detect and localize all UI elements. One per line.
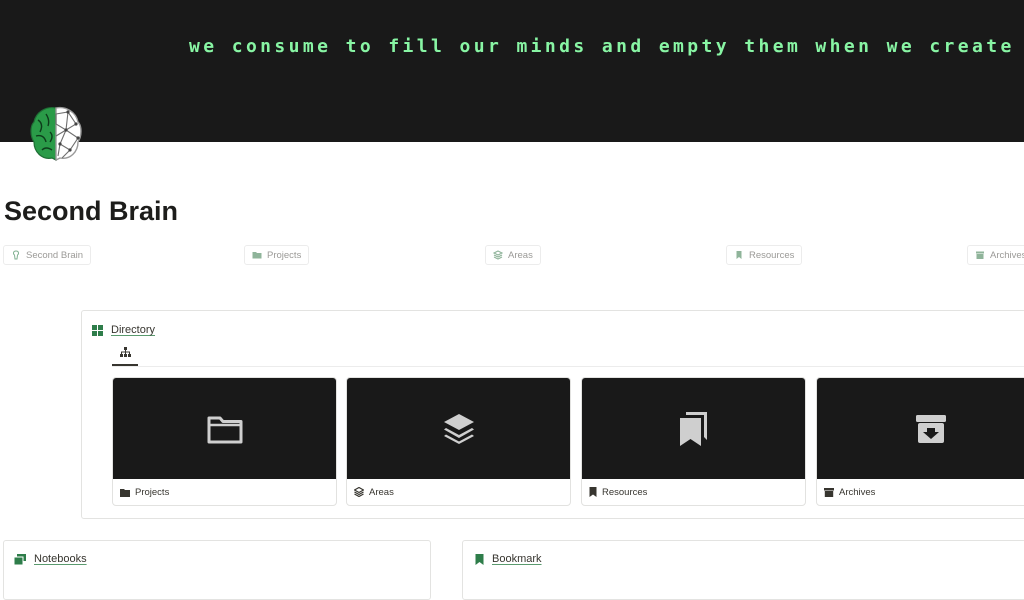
bookmark-block (462, 540, 1024, 600)
card-label: Projects (135, 486, 170, 498)
grid-icon (92, 324, 103, 336)
nav-label: Areas (508, 249, 533, 261)
directory-title: Directory (111, 324, 156, 336)
gallery-card-resources[interactable]: Resources (581, 377, 806, 506)
layers-icon (354, 487, 364, 497)
bookmark-icon (475, 553, 484, 565)
tab-divider (112, 366, 1024, 367)
view-tab-hierarchy[interactable] (112, 345, 138, 366)
card-cover (113, 378, 336, 479)
brain-icon (13, 250, 19, 260)
notebooks-title: Notebooks (34, 553, 87, 565)
folder-icon (207, 416, 242, 443)
notebooks-header[interactable]: Notebooks (14, 553, 87, 565)
bookmark-icon (736, 251, 742, 259)
card-caption: Archives (817, 479, 1024, 505)
bookmark-icon (589, 487, 597, 497)
card-caption: Resources (582, 479, 805, 505)
directory-header[interactable]: Directory (92, 324, 155, 336)
nav-second-brain-button[interactable]: Second Brain (3, 245, 92, 265)
page-title: Second Brain (4, 196, 179, 226)
gallery-card-projects[interactable]: Projects (112, 377, 337, 506)
archive-icon (916, 414, 946, 443)
layers-icon (493, 250, 503, 260)
notebooks-icon (14, 553, 26, 565)
archive-icon (976, 251, 984, 259)
card-caption: Projects (113, 479, 336, 505)
bookmark-header[interactable]: Bookmark (475, 553, 542, 565)
folder-icon (120, 488, 130, 497)
hierarchy-icon (119, 347, 131, 357)
nav-resources-button[interactable]: Resources (726, 245, 803, 265)
bookmarks-icon (679, 411, 707, 446)
nav-archives-button[interactable]: Archives (967, 245, 1024, 265)
banner-quote: we consume to fill our minds and empty t… (189, 36, 1015, 57)
card-label: Archives (839, 486, 876, 498)
nav-label: Archives (990, 249, 1024, 261)
brain-logo-icon[interactable] (28, 104, 84, 164)
gallery-card-areas[interactable]: Areas (346, 377, 571, 506)
layers-icon (443, 413, 474, 444)
nav-label: Resources (749, 249, 795, 261)
card-label: Resources (602, 486, 648, 498)
card-cover (582, 378, 805, 479)
folder-icon (252, 252, 262, 259)
nav-label: Projects (267, 249, 302, 261)
nav-label: Second Brain (26, 249, 84, 261)
archive-icon (824, 487, 834, 497)
bookmark-title: Bookmark (492, 553, 542, 565)
nav-areas-button[interactable]: Areas (485, 245, 541, 265)
nav-projects-button[interactable]: Projects (244, 245, 310, 265)
card-label: Areas (369, 486, 394, 498)
notebooks-block (3, 540, 431, 600)
cover-banner: we consume to fill our minds and empty t… (0, 0, 1024, 142)
card-caption: Areas (347, 479, 570, 505)
card-cover (347, 378, 570, 479)
gallery-card-archives[interactable]: Archives (816, 377, 1024, 506)
card-cover (817, 378, 1024, 479)
